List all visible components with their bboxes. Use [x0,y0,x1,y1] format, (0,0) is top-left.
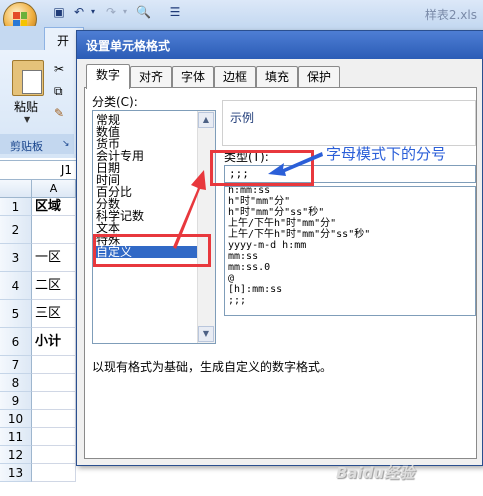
row-header[interactable]: 6 [0,328,32,356]
paste-dropdown-icon[interactable]: ▼ [24,115,30,124]
cell-a[interactable]: 三区 [32,300,76,328]
cell-a[interactable] [32,392,76,410]
cut-icon[interactable]: ✂ [54,62,64,76]
cell-a[interactable]: 一区 [32,244,76,272]
print-preview-icon[interactable]: 🔍 [136,5,151,19]
select-all-corner[interactable] [0,180,32,198]
name-box[interactable]: J1 [0,161,74,179]
format-code-item[interactable]: @ [228,273,234,284]
category-scrollbar[interactable] [197,111,215,343]
row-header[interactable]: 10 [0,410,32,428]
cell-a[interactable]: 小计 [32,328,76,356]
dialog-tab[interactable]: 数字 [86,64,130,89]
format-code-item[interactable]: [h]:mm:ss [228,284,282,295]
column-header-a[interactable]: A [32,180,76,198]
row-header[interactable]: 1 [0,198,32,216]
format-code-item[interactable]: h"时"mm"分"ss"秒" [228,207,324,218]
dialog-tab[interactable]: 字体 [172,66,214,88]
clipboard-group-label: 剪贴板 [10,140,43,153]
format-painter-icon[interactable]: ✎ [54,106,64,120]
format-description: 以现有格式为基础，生成自定义的数字格式。 [92,360,333,374]
row-header[interactable]: 13 [0,464,32,482]
format-code-item[interactable]: h:mm:ss [228,187,270,196]
office-logo-icon [13,12,27,26]
dialog-tab[interactable]: 对齐 [130,66,172,88]
format-code-item[interactable]: ;;; [228,295,246,306]
paste-sheet-icon [22,70,42,94]
dialog-title: 设置单元格格式 [86,39,171,53]
row-header[interactable]: 9 [0,392,32,410]
undo-dropdown-icon[interactable]: ▾ [86,5,100,19]
row-header[interactable]: 3 [0,244,32,272]
dialog-launcher-icon[interactable]: ↘ [62,139,70,149]
redo-dropdown-icon[interactable]: ▾ [118,5,132,19]
annotation-text: 字母模式下的分号 [326,145,447,163]
row-header[interactable]: 5 [0,300,32,328]
document-title: 样表2.xls [424,8,477,22]
row-header[interactable]: 4 [0,272,32,300]
customize-qat-icon[interactable]: ☰ [168,5,182,19]
highlight-box-custom-category [93,234,211,267]
cell-a[interactable] [32,410,76,428]
cell-a[interactable]: 二区 [32,272,76,300]
category-label: 分类(C): [92,95,138,109]
format-code-item[interactable]: 上午/下午h"时"mm"分" [228,218,336,229]
paste-button-label[interactable]: 粘贴 [14,98,38,115]
cell-a[interactable] [32,446,76,464]
highlight-box-type-input [210,150,314,186]
scroll-down-icon[interactable]: ▼ [198,326,214,342]
save-icon[interactable]: ▣ [52,5,66,19]
sample-label: 示例 [230,111,255,125]
row-header[interactable]: 2 [0,216,32,244]
dialog-tab[interactable]: 填充 [256,66,298,88]
cell-a[interactable] [32,464,76,482]
format-code-item[interactable]: 上午/下午h"时"mm"分"ss"秒" [228,229,370,240]
copy-icon[interactable]: ⧉ [54,84,63,99]
row-header[interactable]: 8 [0,374,32,392]
cell-a[interactable] [32,356,76,374]
cell-a[interactable] [32,374,76,392]
scroll-up-icon[interactable]: ▲ [198,112,214,128]
redo-icon[interactable]: ↷ [104,5,118,19]
dialog-tab[interactable]: 边框 [214,66,256,88]
row-header[interactable]: 7 [0,356,32,374]
sample-group [222,100,476,146]
cell-a[interactable]: 区域 [32,198,76,216]
format-code-item[interactable]: h"时"mm"分" [228,196,290,207]
format-code-item[interactable]: mm:ss.0 [228,262,270,273]
row-header[interactable]: 11 [0,428,32,446]
cell-a[interactable] [32,216,76,244]
undo-icon[interactable]: ↶ [72,5,86,19]
format-code-item[interactable]: yyyy-m-d h:mm [228,240,306,251]
dialog-tab[interactable]: 保护 [298,66,340,88]
format-code-item[interactable]: mm:ss [228,251,258,262]
format-code-list[interactable]: h:mm:ss h"时"mm"分" h"时"mm"分"ss"秒" 上午/下午h"时"m… [224,186,476,316]
row-header[interactable]: 12 [0,446,32,464]
watermark: Baidu经验 [336,464,415,482]
cell-a[interactable] [32,428,76,446]
